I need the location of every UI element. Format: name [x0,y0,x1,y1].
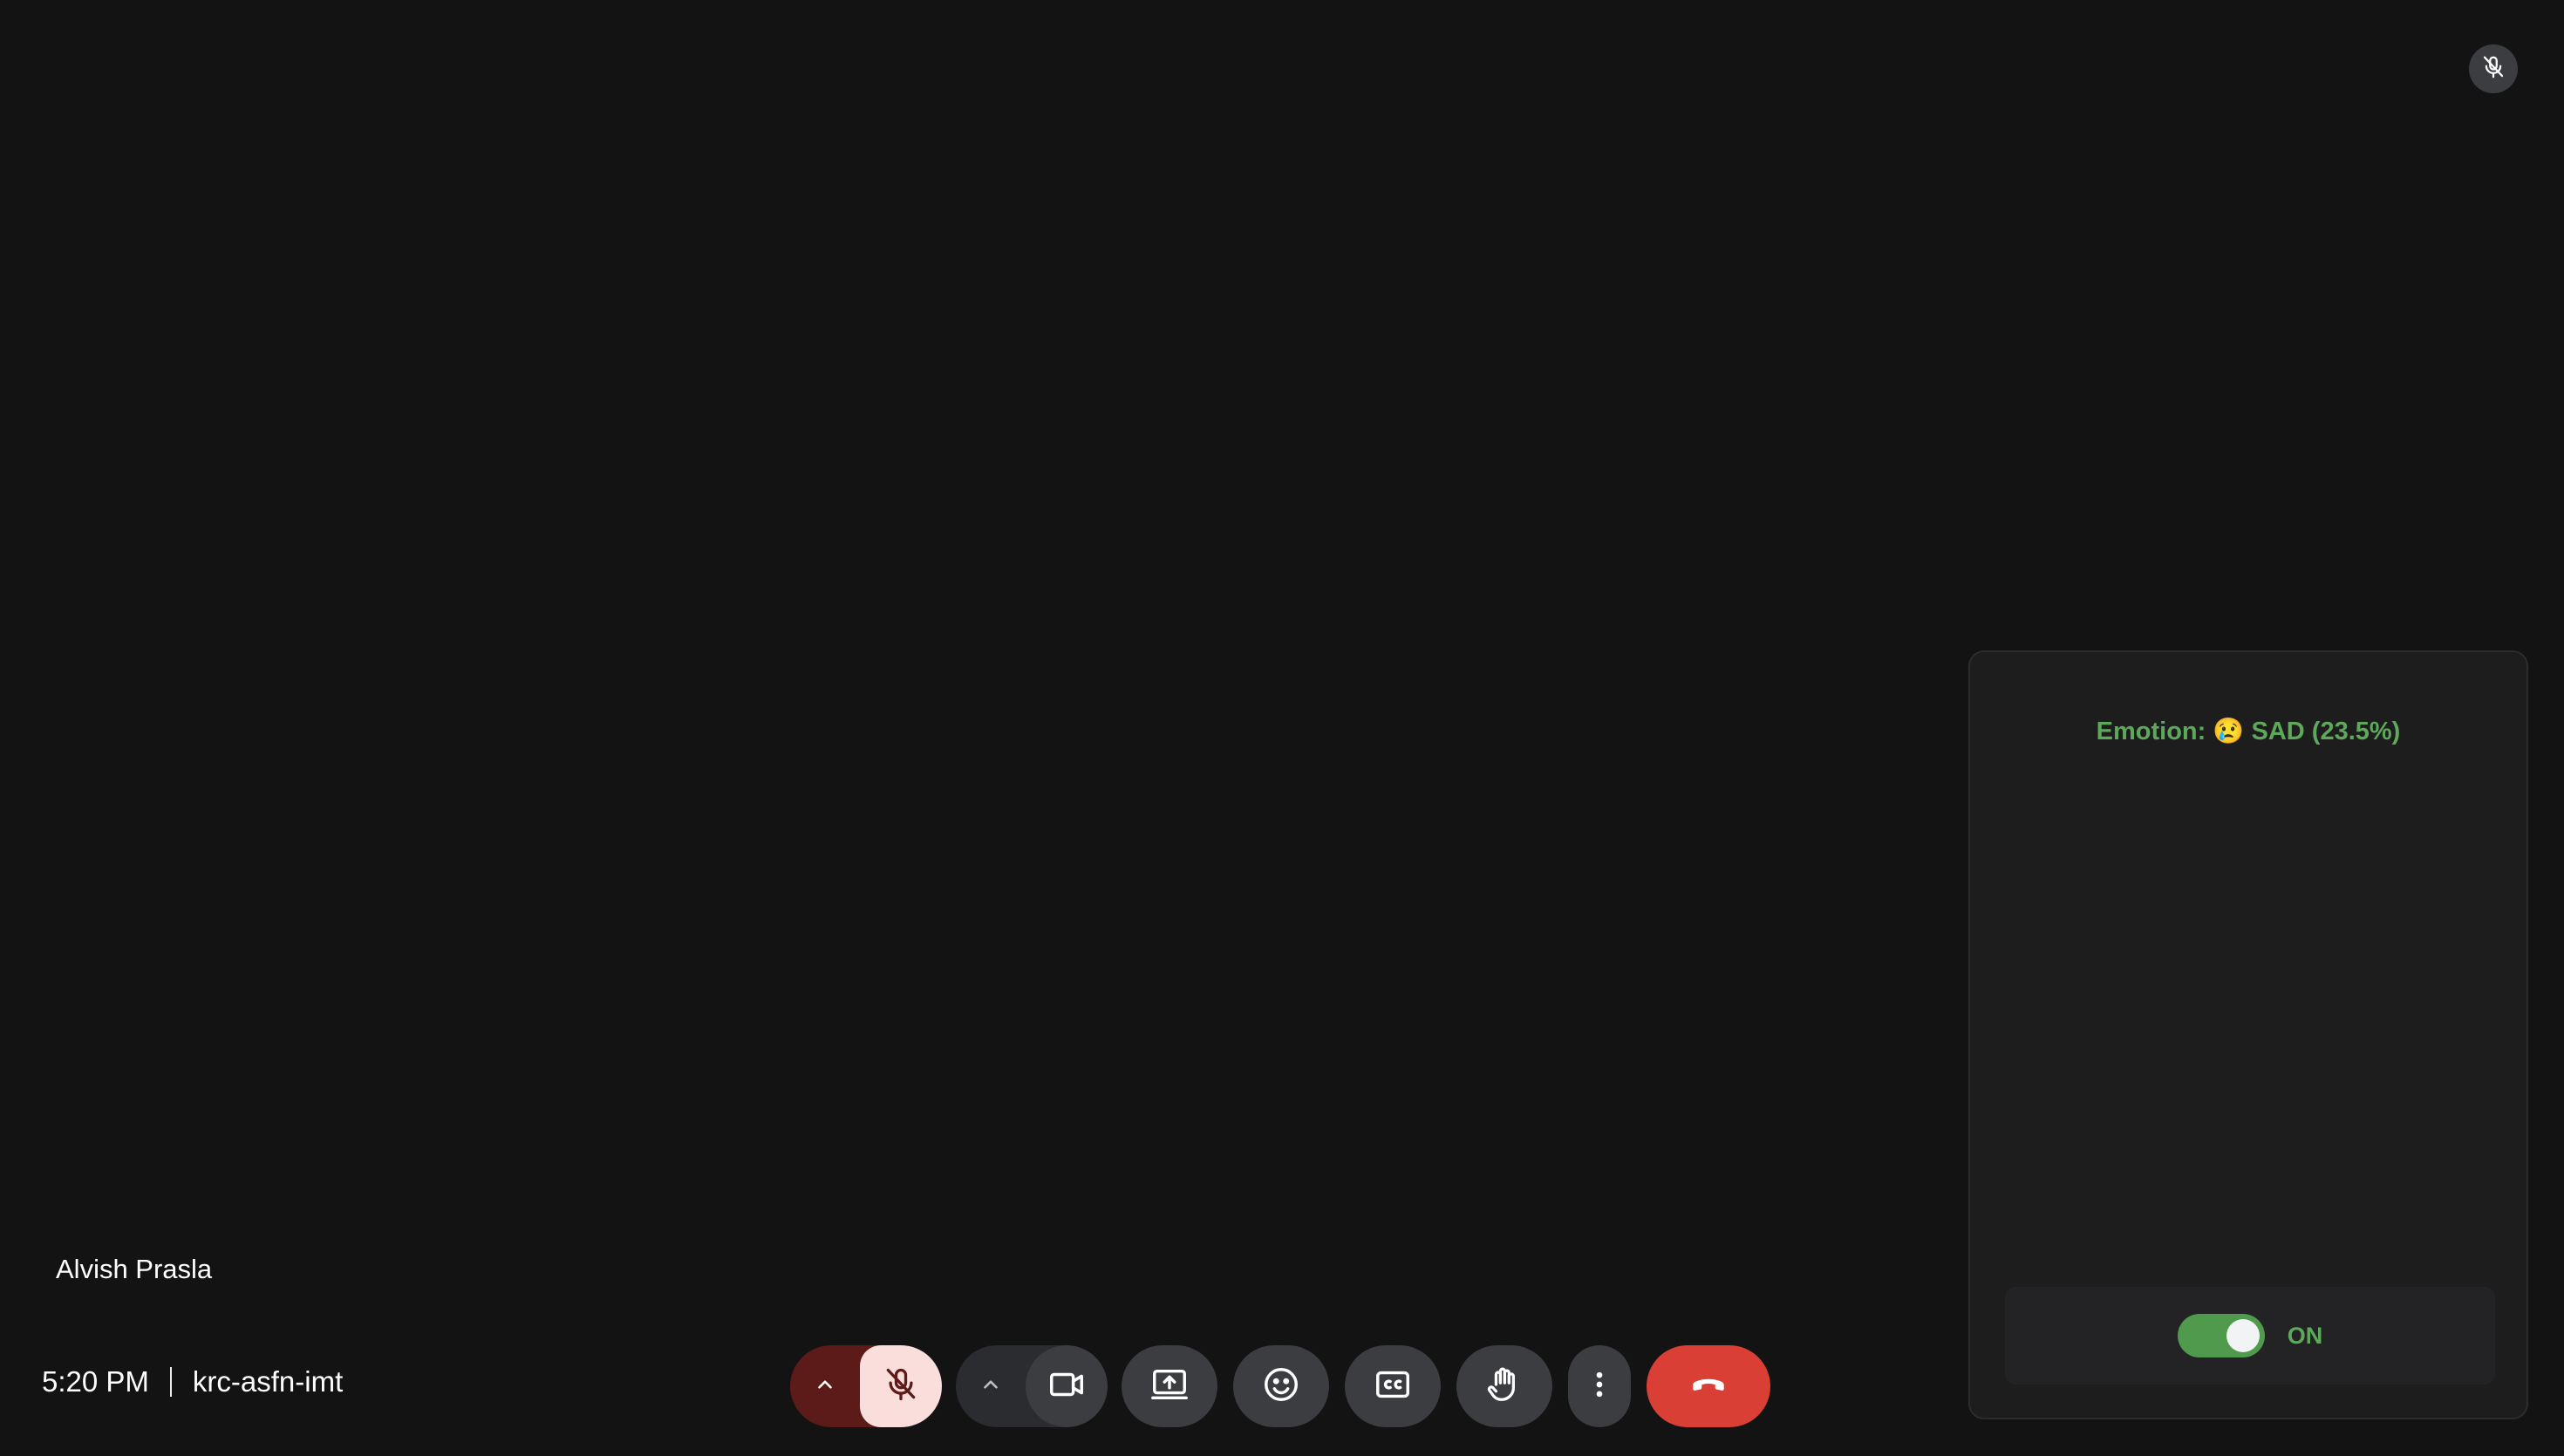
more-vert-icon [1582,1367,1617,1406]
emotion-label: Emotion: 😢 SAD (23.5%) [2096,718,2401,745]
camera-toggle-button[interactable] [1026,1345,1108,1427]
emotion-toggle-card: ON [2005,1287,2495,1385]
leave-call-button[interactable] [1647,1345,1770,1427]
toggle-knob [2226,1319,2260,1352]
chevron-up-icon [979,1373,1002,1400]
emotion-toggle-switch[interactable] [2177,1314,2265,1357]
captions-button[interactable] [1345,1345,1441,1427]
present-screen-icon [1149,1364,1190,1409]
present-screen-button[interactable] [1122,1345,1217,1427]
closed-captions-icon [1373,1364,1413,1409]
emotion-panel: Emotion: 😢 SAD (23.5%) ON [1968,650,2528,1419]
videocam-icon [1047,1364,1087,1409]
toggle-state-label: ON [2287,1322,2323,1349]
participant-muted-indicator [2469,44,2518,93]
mic-off-icon [882,1365,920,1408]
meeting-code[interactable]: krc-asfn-imt [193,1365,343,1398]
mic-control-group [790,1345,942,1427]
call-end-icon [1687,1363,1730,1411]
meeting-time: 5:20 PM [42,1365,149,1398]
raise-hand-icon [1484,1364,1524,1409]
mic-off-icon [2480,54,2506,85]
meeting-stage: Alvish Prasla 5:20 PM krc-asfn-imt Emoti… [0,0,2564,1456]
audio-options-button[interactable] [790,1345,860,1427]
meeting-info-divider [169,1367,172,1397]
more-options-button[interactable] [1568,1345,1631,1427]
participant-name: Alvish Prasla [56,1254,213,1284]
call-controls [790,1345,1770,1427]
camera-control-group [956,1345,1108,1427]
emoji-icon [1261,1364,1301,1409]
mic-toggle-button[interactable] [860,1345,942,1427]
meeting-info: 5:20 PM krc-asfn-imt [42,1365,343,1398]
send-reaction-button[interactable] [1233,1345,1329,1427]
raise-hand-button[interactable] [1456,1345,1552,1427]
video-options-button[interactable] [956,1345,1026,1427]
chevron-up-icon [814,1373,836,1400]
